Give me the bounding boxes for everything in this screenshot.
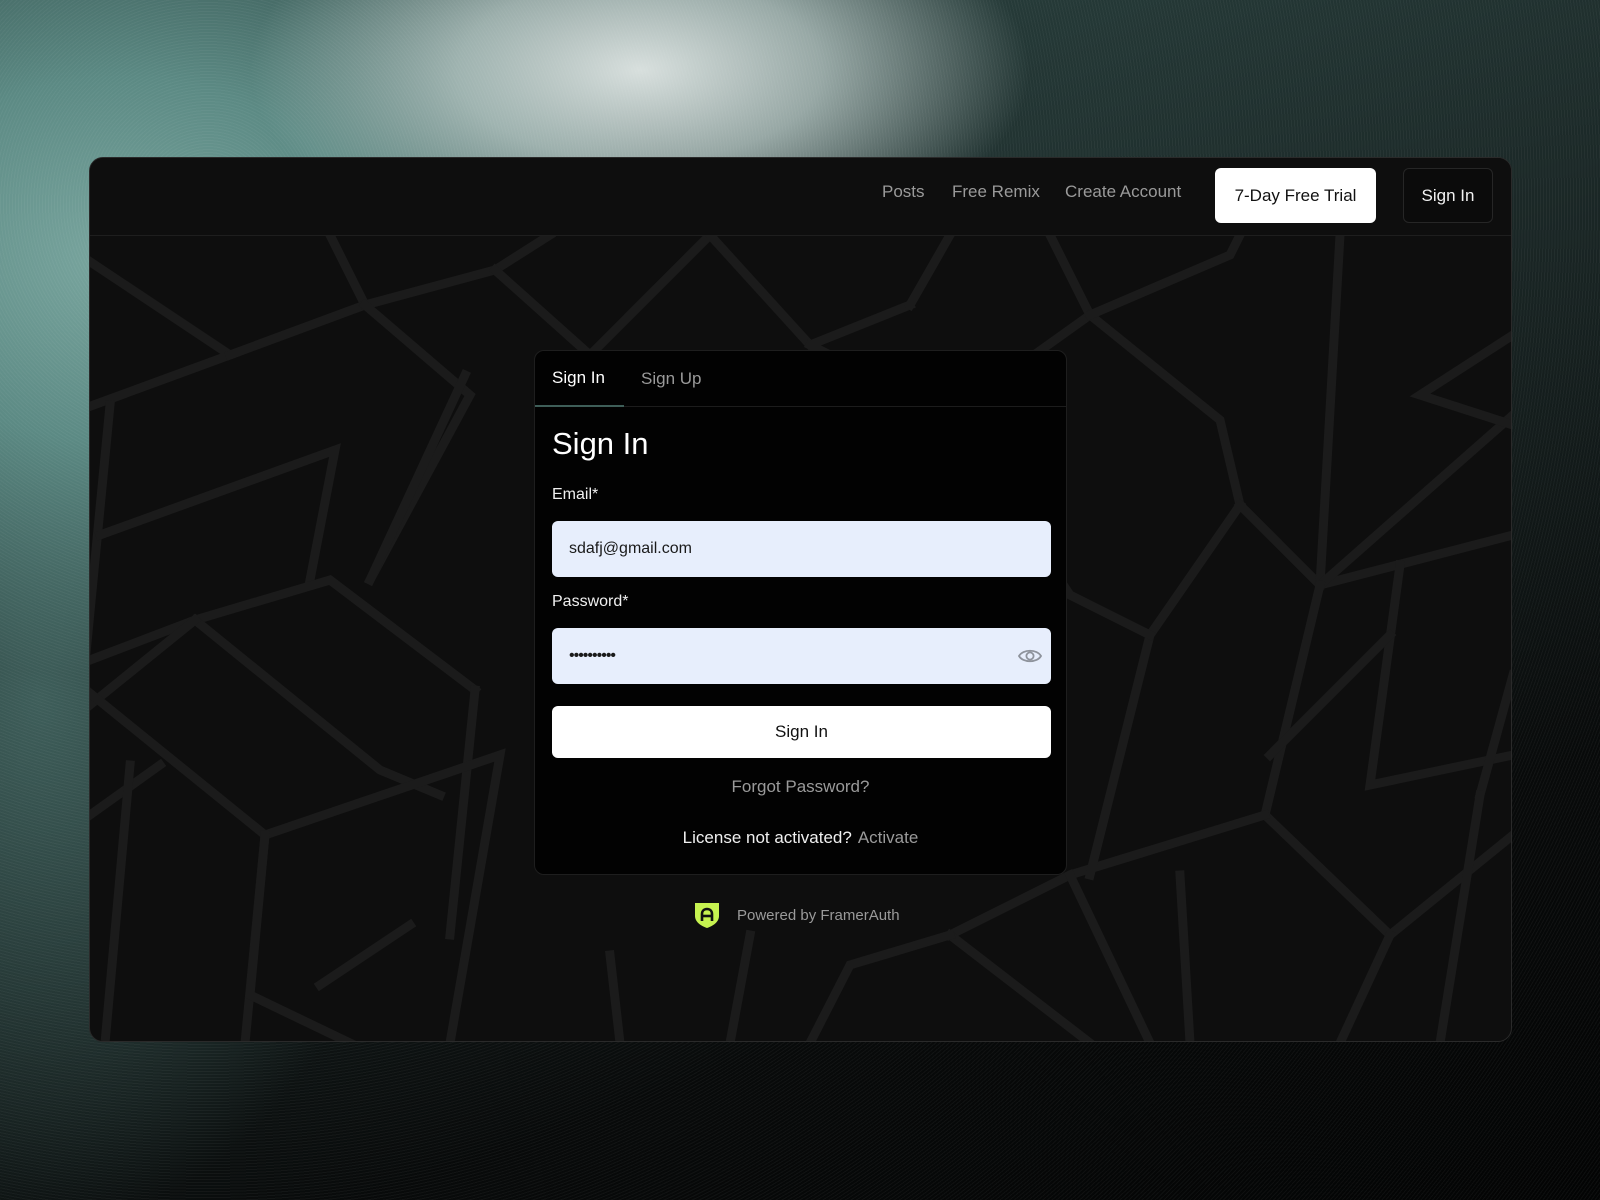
free-trial-button[interactable]: 7-Day Free Trial [1215,168,1376,223]
powered-by-text[interactable]: Powered by FramerAuth [737,907,900,924]
password-value: •••••••••• [569,647,616,664]
form-heading: Sign In [552,426,649,461]
tab-sign-in[interactable]: Sign In [535,351,624,407]
license-row: License not activated? Activate [535,828,1066,848]
password-field[interactable]: •••••••••• [552,628,1051,684]
nav-link-posts[interactable]: Posts [882,182,925,202]
eye-icon[interactable] [1017,644,1043,668]
password-label: Password* [552,593,629,610]
forgot-password-link[interactable]: Forgot Password? [535,777,1066,797]
tab-sign-up[interactable]: Sign Up [641,351,701,407]
auth-tabs: Sign In Sign Up [535,351,1066,407]
nav-link-create-account[interactable]: Create Account [1065,182,1181,202]
top-navigation: Posts Free Remix Create Account 7-Day Fr… [90,158,1511,236]
nav-sign-in-button[interactable]: Sign In [1403,168,1493,223]
nav-link-free-remix[interactable]: Free Remix [952,182,1040,202]
browser-window: Posts Free Remix Create Account 7-Day Fr… [89,157,1512,1042]
sign-in-submit-button[interactable]: Sign In [552,706,1051,758]
activate-link[interactable]: Activate [858,828,918,847]
email-label: Email* [552,486,599,503]
email-field[interactable]: sdafj@gmail.com [552,521,1051,577]
framerauth-shield-icon [694,901,720,929]
license-text: License not activated? [682,828,852,847]
powered-by: Powered by FramerAuth [694,901,900,929]
email-value: sdafj@gmail.com [569,540,692,557]
auth-card: Sign In Sign Up Sign In Email* sdafj@gma… [534,350,1067,875]
